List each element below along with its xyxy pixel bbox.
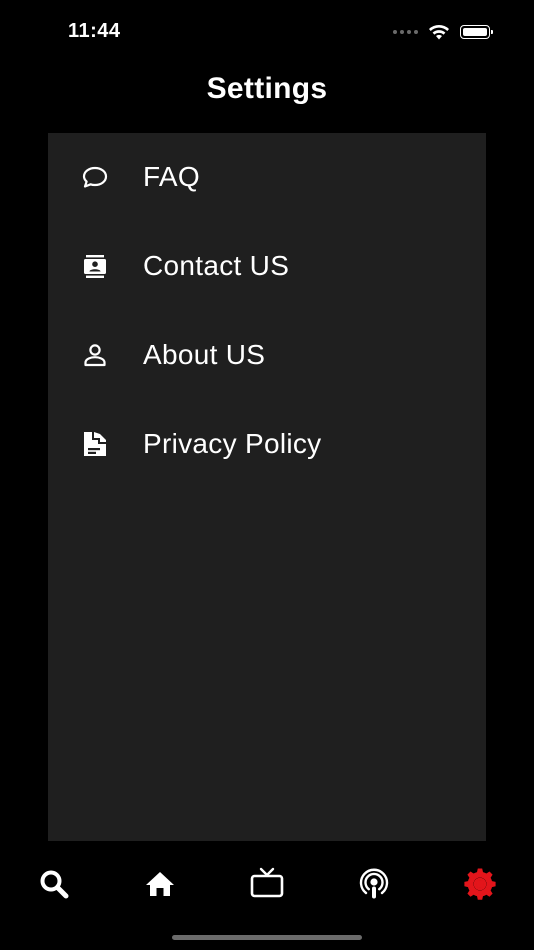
menu-item-label: Privacy Policy	[143, 428, 322, 459]
cellular-signal-icon	[393, 30, 418, 34]
page-title: Settings	[206, 72, 328, 105]
battery-icon	[460, 25, 493, 39]
menu-item-label: Contact US	[143, 250, 290, 281]
chat-bubble-icon	[80, 162, 110, 192]
tv-icon	[250, 867, 284, 898]
tab-bar	[0, 852, 534, 916]
menu-item-about-us[interactable]: About US	[48, 325, 486, 385]
status-bar: 11:44	[0, 0, 534, 64]
gear-icon	[464, 868, 496, 900]
menu-item-label: FAQ	[143, 161, 200, 192]
status-time: 11:44	[68, 20, 121, 42]
home-icon	[146, 872, 174, 896]
menu-item-contact-us[interactable]: Contact US	[48, 236, 486, 296]
status-indicators	[393, 24, 493, 40]
tab-podcast[interactable]	[354, 864, 394, 904]
person-icon	[80, 340, 110, 370]
tab-settings[interactable]	[460, 864, 500, 904]
tab-tv[interactable]	[247, 864, 287, 904]
document-icon	[80, 429, 110, 459]
tab-search[interactable]	[34, 864, 74, 904]
menu-item-label: About US	[143, 339, 266, 370]
menu-item-privacy-policy[interactable]: Privacy Policy	[48, 414, 486, 474]
wifi-icon	[429, 25, 449, 40]
search-icon	[40, 870, 69, 899]
contact-card-icon	[80, 251, 110, 281]
menu-item-faq[interactable]: FAQ	[48, 147, 486, 207]
home-indicator[interactable]	[172, 935, 362, 940]
settings-panel: FAQ Contact US About US Privacy Policy	[48, 133, 486, 841]
podcast-icon	[359, 868, 389, 899]
tab-home[interactable]	[140, 864, 180, 904]
